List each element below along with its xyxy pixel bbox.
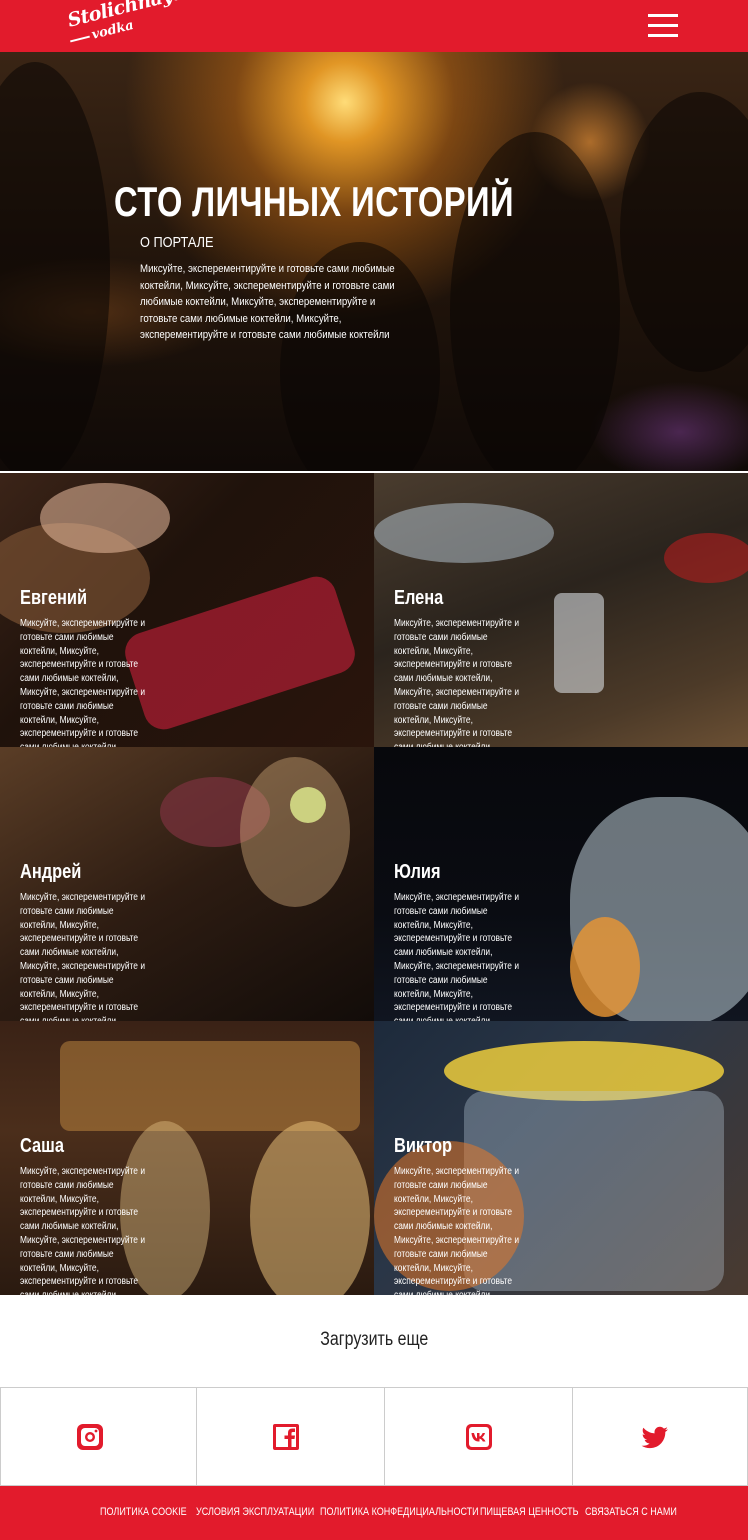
- instagram-icon: [77, 1424, 103, 1450]
- photo-shape: [250, 1121, 370, 1295]
- story-name: Юлия: [394, 861, 441, 883]
- photo-shape: [240, 757, 350, 907]
- photo-shape: [554, 593, 604, 693]
- story-card[interactable]: Юлия Миксуйте, эксперементируйте и готов…: [374, 747, 748, 1021]
- photo-shape: [119, 571, 361, 735]
- hero-title: СТО ЛИЧНЫХ ИСТОРИЙ: [114, 178, 514, 225]
- twitter-icon: [641, 1426, 668, 1449]
- load-more-label: Загрузить еще: [319, 1329, 429, 1350]
- story-name: Елена: [394, 587, 444, 609]
- vk-icon: [466, 1424, 492, 1450]
- photo-shape: [664, 533, 748, 583]
- story-card[interactable]: Андрей Миксуйте, эксперементируйте и гот…: [0, 747, 374, 1021]
- story-text: Миксуйте, эксперементируйте и готовьте с…: [20, 618, 146, 747]
- story-name: Андрей: [20, 861, 82, 883]
- hero-banner: СТО ЛИЧНЫХ ИСТОРИЙ О ПОРТАЛЕ Миксуйте, э…: [0, 52, 748, 471]
- instagram-button[interactable]: [0, 1387, 197, 1486]
- story-text: Миксуйте, эксперементируйте и готовьте с…: [394, 1166, 520, 1295]
- hamburger-menu-icon[interactable]: [646, 12, 680, 40]
- story-name: Виктор: [394, 1135, 452, 1157]
- footer-link-terms[interactable]: УСЛОВИЯ ЭКСПЛУАТАЦИИ: [196, 1506, 314, 1518]
- logo-underline: [70, 35, 90, 43]
- hero-subtitle[interactable]: О ПОРТАЛЕ: [140, 234, 213, 251]
- story-text: Миксуйте, эксперементируйте и готовьте с…: [394, 892, 520, 1021]
- load-more-button[interactable]: Загрузить еще: [274, 1324, 474, 1356]
- story-card[interactable]: Саша Миксуйте, эксперементируйте и готов…: [0, 1021, 374, 1295]
- stolichnaya-logo[interactable]: Stolichnaya vodka: [65, 0, 186, 48]
- photo-shape: [374, 503, 554, 563]
- site-header: Stolichnaya vodka: [0, 0, 748, 52]
- footer-link-privacy[interactable]: ПОЛИТИКА КОНФЕДИЦИАЛЬНОСТИ: [320, 1506, 479, 1518]
- photo-shape: [40, 483, 170, 553]
- story-text: Миксуйте, эксперементируйте и готовьте с…: [20, 892, 146, 1021]
- story-card[interactable]: Евгений Миксуйте, эксперементируйте и го…: [0, 473, 374, 747]
- photo-shape: [570, 917, 640, 1017]
- menu-bar: [648, 34, 678, 37]
- facebook-icon: [273, 1424, 299, 1450]
- menu-bar: [648, 24, 678, 27]
- vk-button[interactable]: [384, 1387, 573, 1486]
- footer-link-cookie[interactable]: ПОЛИТИКА COOKIE: [100, 1506, 187, 1518]
- story-card[interactable]: Виктор Миксуйте, эксперементируйте и гот…: [374, 1021, 748, 1295]
- twitter-button[interactable]: [572, 1387, 748, 1486]
- facebook-button[interactable]: [196, 1387, 385, 1486]
- footer-link-contact[interactable]: СВЯЗАТЬСЯ С НАМИ: [585, 1506, 677, 1518]
- hero-photo-shape: [0, 62, 110, 471]
- story-name: Саша: [20, 1135, 64, 1157]
- footer-link-nutrition[interactable]: ПИЩЕВАЯ ЦЕННОСТЬ: [480, 1506, 579, 1518]
- site-footer: ПОЛИТИКА COOKIE УСЛОВИЯ ЭКСПЛУАТАЦИИ ПОЛ…: [0, 1486, 748, 1540]
- photo-shape: [60, 1041, 360, 1131]
- hero-photo-shape: [620, 92, 748, 372]
- story-name: Евгений: [20, 587, 88, 609]
- story-text: Миксуйте, эксперементируйте и готовьте с…: [20, 1166, 146, 1295]
- hero-description: Миксуйте, эксперементируйте и готовьте с…: [140, 263, 395, 342]
- story-card[interactable]: Елена Миксуйте, эксперементируйте и гото…: [374, 473, 748, 747]
- photo-shape: [290, 787, 326, 823]
- menu-bar: [648, 14, 678, 17]
- story-text: Миксуйте, эксперементируйте и готовьте с…: [394, 618, 520, 747]
